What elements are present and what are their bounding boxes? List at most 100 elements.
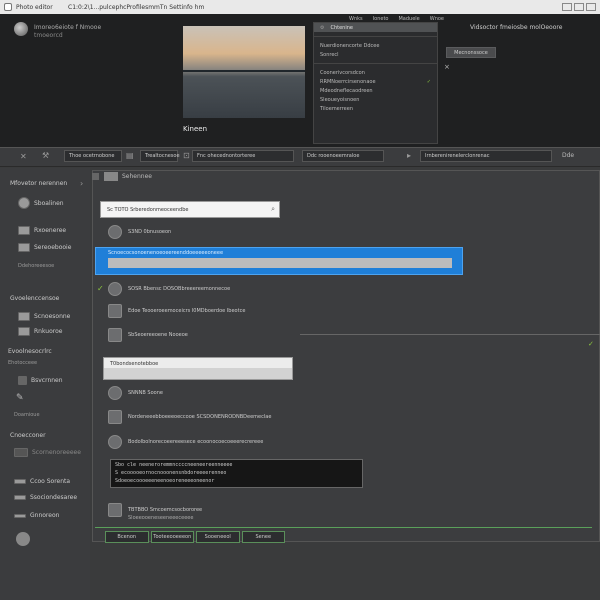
divider xyxy=(314,63,437,64)
window-title: Photo editor xyxy=(16,3,53,11)
tooltip-popup: T0bondsenotebboe xyxy=(103,357,293,380)
selected-list-item[interactable]: Scnoecocsonoenenoeoeereenddoeeeeeoneee xyxy=(95,247,463,275)
bar-icon xyxy=(14,513,26,518)
list-item[interactable]: Edoe Teooeroeemoceicrs I0MDboerdoe Ibeot… xyxy=(108,304,245,318)
list-item[interactable]: SbSeoereeoene Nooeoe xyxy=(108,328,188,342)
sidebar-item[interactable]: Scnoesonne xyxy=(18,312,70,321)
dropdown-item[interactable]: Sleoueyoisnoen xyxy=(314,95,437,104)
pen-icon: ✎ xyxy=(16,393,24,403)
top-menu-item[interactable]: Maduele xyxy=(398,16,419,22)
top-menu-item[interactable]: Wnks xyxy=(349,16,363,22)
footer-button[interactable]: Bcenon xyxy=(105,531,149,543)
tools-icon[interactable]: ⚒ xyxy=(42,151,49,160)
toolbar-field[interactable]: Irnberenirenelerclonrenac xyxy=(420,150,552,162)
dropdown-item[interactable]: Coonerivcorsdcon xyxy=(314,68,437,77)
check-icon: ✓ xyxy=(97,284,104,293)
profile-icon xyxy=(18,197,30,209)
list-item[interactable]: Nordeneeebboeeeoeccooe SCSDONENRODNBDeem… xyxy=(108,410,271,424)
top-menu-item[interactable]: Wnoe xyxy=(430,16,444,22)
chevron-down-icon[interactable] xyxy=(92,173,99,180)
search-icon[interactable]: ⌕ xyxy=(271,205,275,214)
sidebar-item[interactable]: Gnnoreon xyxy=(14,512,59,519)
toolbar-field[interactable]: Trealtocnesoe xyxy=(140,150,180,162)
sidebar-section: Gvoelenccensoe xyxy=(10,295,60,302)
window-controls xyxy=(562,3,596,11)
preview-caption: Kineen xyxy=(183,125,208,133)
sidebar-subtext: Ehotocceee xyxy=(8,360,38,366)
file-icon xyxy=(108,328,122,342)
console-output: Sbo cle neeneroremmnccccneeneereenneeee … xyxy=(110,459,363,488)
monitor-icon xyxy=(18,243,30,252)
search-input[interactable]: Sc TOTO Srberedonmeoceendbe ⌕ xyxy=(100,201,280,218)
sidebar-section: Cnoecconer xyxy=(10,432,46,439)
list-item[interactable]: SOSR Bbensc DOSOBbreeereemonnecoe xyxy=(108,282,230,296)
preview-image[interactable] xyxy=(183,26,305,118)
file-icon xyxy=(108,304,122,318)
console-line: Sbo cle neeneroremmnccccneeneereenneeee xyxy=(115,462,233,468)
refresh-icon xyxy=(108,386,122,400)
right-panel-title: Vidsoctor fmeiosbe molOeoore xyxy=(470,24,563,31)
toolbar-field[interactable]: Fnc ohecednontorteree xyxy=(192,150,294,162)
sidebar-item[interactable]: Ssociondesaree xyxy=(14,494,77,501)
maximize-icon[interactable] xyxy=(574,3,584,11)
check-icon: ✓ xyxy=(588,340,594,348)
window-path: C1:0:2\1...pulcephcProfilesmmTn Settinfo… xyxy=(68,3,205,11)
sidebar-item[interactable]: Bsvcrnnen xyxy=(18,376,63,385)
chevron-right-icon[interactable]: ▸ xyxy=(407,151,411,160)
footer-button[interactable]: Tooteeooeeeon xyxy=(150,531,194,543)
right-panel-button[interactable]: Mecnonssoce xyxy=(446,47,496,58)
layers-icon xyxy=(108,410,122,424)
brand-line-2: tmoeorcd xyxy=(34,32,63,39)
toolbar-field[interactable]: Thoe ocetrnobone xyxy=(64,150,122,162)
document-icon xyxy=(18,312,30,321)
sidebar-item[interactable]: Sereoebooie xyxy=(18,243,71,252)
divider xyxy=(300,334,600,335)
sidebar-item[interactable]: Sboalinen xyxy=(18,197,64,209)
dropdown-item[interactable]: Mdeodneflecaodreen xyxy=(314,86,437,95)
ruler-icon xyxy=(14,479,26,484)
dropdown-item[interactable]: Sonrecl xyxy=(314,50,437,59)
sidebar-item[interactable]: Ccoo Sorenta xyxy=(14,478,70,485)
list-item[interactable]: SNNNB Soone xyxy=(108,386,163,400)
check-icon: ✓ xyxy=(426,78,431,85)
divider xyxy=(314,36,437,37)
selection-field xyxy=(108,258,452,268)
ruler-icon xyxy=(14,495,26,500)
footer-buttons: Bcenon Tooteeooeeeon Sooeneeol Senee xyxy=(105,531,285,543)
dropdown-item[interactable]: Tiloemerreen xyxy=(314,104,437,113)
list-item[interactable]: Bodolbolnorecoeereeesece ecoonocoecoeeer… xyxy=(108,435,263,449)
close-icon[interactable]: ✕ xyxy=(20,152,27,161)
grid-icon xyxy=(14,448,28,457)
gear-icon: ⚙ xyxy=(320,24,325,31)
close-icon[interactable]: × xyxy=(444,63,450,71)
bookmark-icon[interactable]: ⊡ xyxy=(183,151,190,160)
sidebar-item[interactable]: Rxoeneree xyxy=(18,226,66,235)
dropdown-item[interactable]: ⚙ Chtenine xyxy=(314,23,437,32)
footer-button[interactable]: Sooeneeol xyxy=(196,531,240,543)
close-icon[interactable] xyxy=(586,3,596,11)
toolbar-field[interactable]: Ddc rooenoeemraloe xyxy=(302,150,384,162)
thumbnail-icon xyxy=(104,172,118,181)
console-line: Sdoeoecoooeeeneenoeoreneeeoneenor xyxy=(115,478,215,484)
brush-icon xyxy=(18,376,27,385)
title-bar: Photo editor C1:0:2\1...pulcephcProfiles… xyxy=(0,0,600,14)
list-item-subtext: Sloeeooeneseeneeeceeee xyxy=(128,515,194,521)
dropdown-item[interactable]: Nuerdionencorte Ddcee xyxy=(314,41,437,50)
footer-button[interactable]: Senee xyxy=(241,531,285,543)
layers-icon[interactable]: ▤ xyxy=(126,151,134,160)
toolbar-label: Dde xyxy=(562,152,575,159)
brand-logo-icon xyxy=(14,22,28,36)
document-icon xyxy=(108,503,122,517)
dropdown-item[interactable]: RRMNoerrcirsenonaoe ✓ xyxy=(314,77,437,86)
avatar[interactable] xyxy=(16,532,30,546)
list-item[interactable]: S3ND 0bnusoeon xyxy=(108,225,171,239)
image-icon xyxy=(18,327,30,336)
minimize-icon[interactable] xyxy=(562,3,572,11)
sidebar-subtext: Ddehoreeesoe xyxy=(18,263,55,269)
sidebar-item[interactable]: Scornenoreeeee xyxy=(14,448,81,457)
clock-icon xyxy=(108,282,122,296)
top-menu-item[interactable]: Ioneto xyxy=(373,16,389,22)
status-line xyxy=(95,527,592,528)
sidebar-item[interactable]: Rnkuoroe xyxy=(18,327,62,336)
chevron-right-icon[interactable]: › xyxy=(80,179,83,188)
